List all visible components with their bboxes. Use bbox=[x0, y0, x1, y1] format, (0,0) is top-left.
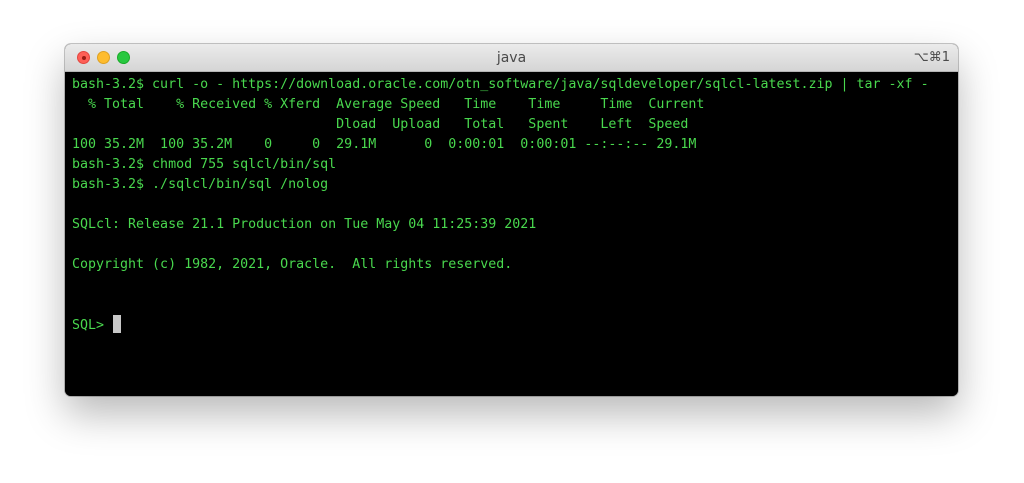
terminal-line: Copyright (c) 1982, 2021, Oracle. All ri… bbox=[72, 257, 513, 272]
terminal-output[interactable]: bash-3.2$ curl -o - https://download.ora… bbox=[65, 72, 958, 396]
terminal-line: % Total % Received % Xferd Average Speed… bbox=[72, 97, 705, 112]
terminal-line: bash-3.2$ curl -o - https://download.ora… bbox=[72, 77, 929, 92]
sql-prompt-line[interactable]: SQL> bbox=[72, 315, 958, 335]
title-bar[interactable]: java ⌥⌘1 bbox=[65, 44, 958, 72]
terminal-line: 100 35.2M 100 35.2M 0 0 29.1M 0 0:00:01 … bbox=[72, 137, 697, 152]
terminal-window: java ⌥⌘1 bash-3.2$ curl -o - https://dow… bbox=[65, 44, 958, 396]
terminal-line: bash-3.2$ ./sqlcl/bin/sql /nolog bbox=[72, 177, 329, 192]
window-shortcut: ⌥⌘1 bbox=[913, 50, 950, 65]
terminal-line: Dload Upload Total Spent Left Speed bbox=[72, 117, 689, 132]
terminal-line: SQLcl: Release 21.1 Production on Tue Ma… bbox=[72, 217, 537, 232]
window-title: java bbox=[496, 50, 527, 66]
terminal-line: bash-3.2$ chmod 755 sqlcl/bin/sql bbox=[72, 157, 337, 172]
sql-prompt: SQL> bbox=[72, 318, 113, 333]
text-cursor bbox=[113, 315, 122, 333]
